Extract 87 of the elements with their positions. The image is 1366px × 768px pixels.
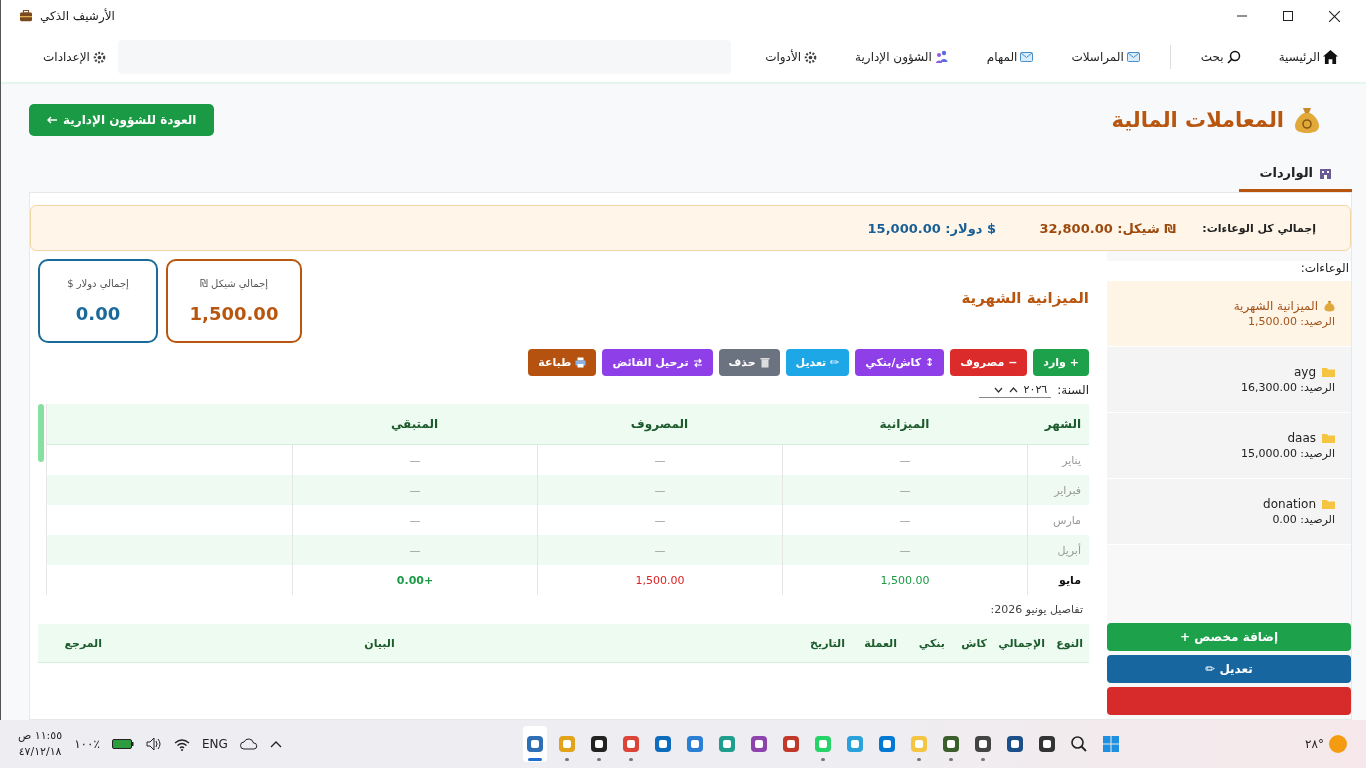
shekel-total: ₪ شيكل: 32,800.00 xyxy=(1038,220,1176,236)
card-label: إجمالي شيكل ₪ xyxy=(200,278,268,289)
back-button[interactable]: العودة للشؤون الإدارية xyxy=(29,104,215,136)
money-bag-icon xyxy=(1294,106,1320,134)
card-value: 0.00 xyxy=(75,303,121,324)
table-cell: فبراير xyxy=(1027,475,1089,505)
column-header: العملة xyxy=(863,636,898,650)
nav-item[interactable]: الرئيسية xyxy=(1266,50,1350,64)
nav-item[interactable]: الإعدادات xyxy=(31,50,118,64)
search-icon xyxy=(1070,735,1089,753)
trash-icon xyxy=(759,357,770,368)
nav-item[interactable]: الشؤون الإدارية xyxy=(843,50,961,64)
action-button[interactable]: طباعة xyxy=(528,349,597,376)
chevron-up-icon[interactable] xyxy=(269,740,282,748)
maximize-icon[interactable] xyxy=(1283,11,1293,21)
folder-icon xyxy=(1322,367,1335,377)
column-header: بنكي xyxy=(917,636,946,650)
page-title: المعاملات المالية xyxy=(1111,108,1284,132)
column-header: المرجع xyxy=(63,636,103,650)
search-icon xyxy=(1226,50,1241,64)
column-header: التاريخ xyxy=(809,636,846,650)
column-header: الميزانية xyxy=(878,416,931,433)
language-indicator[interactable]: ENG xyxy=(201,737,228,751)
table-cell: — xyxy=(537,475,782,505)
windows-icon xyxy=(1102,735,1121,753)
card-value: 1,500.00 xyxy=(189,303,279,324)
envelope-icon xyxy=(1126,52,1140,62)
building-icon xyxy=(1319,166,1332,179)
gear-icon xyxy=(804,50,818,64)
battery-percent: ١٠٠٪ xyxy=(74,737,100,751)
chevron-up-icon[interactable] xyxy=(1008,386,1018,393)
sidebar-button[interactable]: ✏ تعديل xyxy=(1107,655,1351,683)
action-button[interactable]: − مصروف xyxy=(950,349,1028,376)
folder-icon xyxy=(1322,433,1335,443)
envelope-icon xyxy=(1020,52,1034,62)
table-cell: — xyxy=(782,535,1027,565)
home-icon xyxy=(1323,50,1338,64)
action-button[interactable]: ترحيل الفائض xyxy=(602,349,713,376)
column-header: كاش xyxy=(960,636,988,650)
nav-item[interactable]: المهام xyxy=(974,50,1046,64)
arrow-icon xyxy=(47,116,57,124)
briefcase-icon xyxy=(19,10,33,22)
people-icon xyxy=(934,50,949,64)
table-cell: +0.00 xyxy=(292,565,537,595)
sidebar-title: الوعاءات: xyxy=(1107,261,1351,281)
nav-item[interactable]: الأدوات xyxy=(753,50,830,64)
folder-icon xyxy=(1322,499,1335,509)
section-title: الميزانية الشهرية xyxy=(961,289,1089,309)
battery-icon[interactable] xyxy=(111,738,134,750)
speaker-icon[interactable] xyxy=(145,737,162,751)
nav-item[interactable]: بحث xyxy=(1188,50,1253,64)
column-header: الإجمالي xyxy=(997,636,1046,650)
summary-label: إجمالي كل الوعاءات: xyxy=(1201,221,1316,235)
action-button[interactable]: حذف xyxy=(718,349,780,376)
cloud-icon[interactable] xyxy=(239,738,258,750)
table-cell: 1,500.00 xyxy=(782,565,1027,595)
table-cell: — xyxy=(292,475,537,505)
column-header: المصروف xyxy=(629,416,690,434)
year-label: السنة: xyxy=(1057,383,1089,397)
column-header: البيان xyxy=(363,636,396,650)
scrollbar[interactable] xyxy=(38,404,44,462)
gear-icon xyxy=(92,50,106,64)
clock[interactable]: ١١:٥٥ ص ٤٧/١٢/١٨ xyxy=(18,728,63,760)
column-header: النوع xyxy=(1055,636,1084,650)
action-button[interactable]: ↕ كاش/بنكي xyxy=(855,349,945,376)
table-cell: — xyxy=(292,535,537,565)
year-spinner[interactable]: ٢٠٢٦ xyxy=(979,382,1052,398)
money-bag-icon xyxy=(1324,300,1335,312)
table-cell: — xyxy=(537,535,782,565)
window-title: الأرشيف الذكي xyxy=(40,9,115,23)
container-item[interactable]: الميزانية الشهرية الرصيد: 1,500.00 xyxy=(1107,281,1351,347)
column-header: المتبقي xyxy=(389,416,440,433)
table-cell: مايو xyxy=(1027,565,1089,595)
arrows-icon xyxy=(692,357,703,368)
printer-icon xyxy=(575,357,587,368)
column-header: الشهر xyxy=(1043,416,1082,433)
table-cell: أبريل xyxy=(1027,535,1089,565)
dollar-total: $ دولار: 15,000.00 xyxy=(867,220,996,236)
card-label: إجمالي دولار $ xyxy=(67,278,129,289)
details-title: تفاصيل يونيو 2026: xyxy=(989,603,1083,616)
nav-item[interactable]: المراسلات xyxy=(1059,50,1152,64)
temperature: ٢٨° xyxy=(1305,737,1324,751)
chevron-down-icon[interactable] xyxy=(993,386,1003,393)
close-icon[interactable] xyxy=(1329,10,1340,22)
table-cell: 1,500.00 xyxy=(537,565,782,595)
wifi-icon[interactable] xyxy=(173,737,190,751)
table-cell: — xyxy=(782,475,1027,505)
